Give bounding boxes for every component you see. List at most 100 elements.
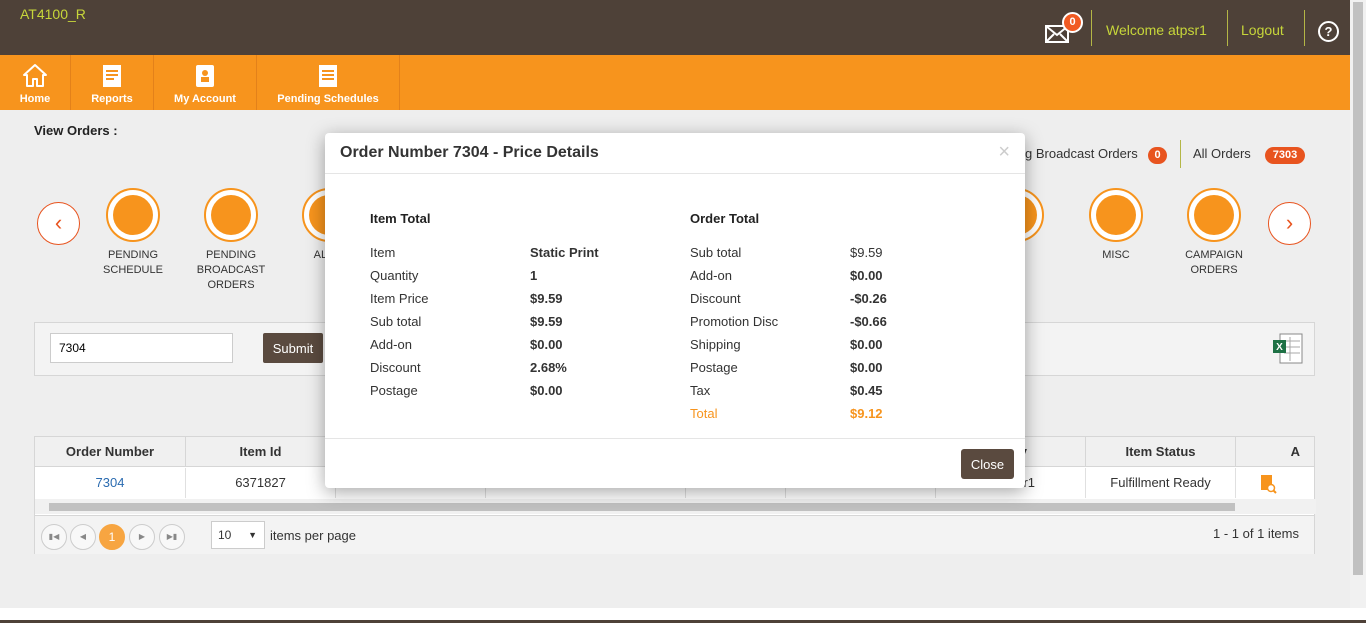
order-number-link[interactable]: 7304 <box>35 468 186 498</box>
modal-title: Order Number 7304 - Price Details <box>340 144 599 161</box>
more-dots-icon <box>1089 188 1143 242</box>
total-value: $9.12 <box>850 406 883 421</box>
column-header-actions[interactable]: A <box>1236 437 1316 467</box>
category-label: CAMPAIGN <box>1185 249 1243 261</box>
items-per-page-label: items per page <box>270 528 356 543</box>
nav-label: Home <box>19 93 51 105</box>
total-label: Total <box>690 406 718 421</box>
category-label: BROADCAST <box>196 264 266 276</box>
reports-icon <box>103 65 121 87</box>
pending-broadcast-orders-link[interactable]: g Broadcast Orders <box>1025 146 1138 161</box>
shipping-value: $0.00 <box>850 337 883 352</box>
category-campaign-orders[interactable]: CAMPAIGN ORDERS <box>1159 188 1269 278</box>
item-price-value: $9.59 <box>530 291 563 306</box>
divider <box>1227 10 1228 46</box>
main-nav: Home Reports My Account Pending Schedule… <box>0 55 1366 110</box>
item-addon-value: $0.00 <box>530 337 563 352</box>
order-addon-label: Add-on <box>690 268 732 283</box>
category-label: SCHEDULE <box>103 264 163 276</box>
column-header-item-id[interactable]: Item Id <box>186 437 336 467</box>
category-label: ORDERS <box>1190 264 1238 276</box>
home-icon <box>23 64 47 87</box>
pending-broadcast-count-badge: 0 <box>1148 147 1167 164</box>
footer-strip <box>0 608 1366 623</box>
item-total-heading: Item Total <box>370 211 431 226</box>
item-subtotal-value: $9.59 <box>530 314 563 329</box>
category-label: PENDING <box>205 249 257 261</box>
item-id-cell: 6371827 <box>186 468 336 498</box>
item-subtotal-label: Sub total <box>370 314 422 329</box>
order-discount-value: -$0.26 <box>850 291 887 306</box>
item-discount-label: Discount <box>370 360 421 375</box>
order-search-input[interactable] <box>50 333 233 363</box>
close-button[interactable]: Close <box>961 449 1014 479</box>
first-page-button[interactable]: ▮◀ <box>41 524 67 550</box>
promotion-discount-label: Promotion Disc <box>690 314 779 329</box>
last-page-button[interactable]: ▶▮ <box>159 524 185 550</box>
quantity-label: Quantity <box>370 268 419 283</box>
all-orders-link[interactable]: All Orders <box>1193 146 1251 161</box>
nav-item-home[interactable]: Home <box>0 55 71 110</box>
divider <box>325 438 1025 439</box>
page-size-value: 10 <box>218 528 232 542</box>
order-subtotal-value: $9.59 <box>850 245 883 260</box>
order-total-heading: Order Total <box>690 211 760 226</box>
item-value: Static Print <box>530 245 599 260</box>
nav-label: Reports <box>91 93 133 105</box>
chevron-down-icon: ▼ <box>248 530 257 540</box>
app-name: AT4100_R <box>20 6 86 22</box>
shipping-label: Shipping <box>690 337 741 352</box>
order-postage-value: $0.00 <box>850 360 883 375</box>
category-pending-schedule[interactable]: PENDING SCHEDULE <box>78 188 188 278</box>
column-header-order-number[interactable]: Order Number <box>35 437 186 467</box>
category-pending-broadcast-orders[interactable]: PENDING BROADCAST ORDERS <box>176 188 286 293</box>
category-label: MISC <box>1102 249 1130 261</box>
quantity-value: 1 <box>530 268 538 283</box>
carousel-prev-button[interactable]: ‹ <box>37 202 80 245</box>
item-postage-label: Postage <box>370 383 418 398</box>
calendar-icon <box>106 188 160 242</box>
close-icon[interactable]: × <box>998 141 1010 164</box>
all-orders-count-badge: 7303 <box>1265 147 1305 164</box>
category-label: ORDERS <box>207 279 255 291</box>
page-scrollbar[interactable] <box>1350 0 1366 608</box>
view-details-icon[interactable] <box>1236 468 1300 498</box>
divider <box>325 173 1025 174</box>
nav-item-my-account[interactable]: My Account <box>154 55 257 110</box>
column-header-item-status[interactable]: Item Status <box>1086 437 1236 467</box>
pager-info: 1 - 1 of 1 items <box>1213 526 1299 541</box>
divider <box>1180 140 1181 168</box>
item-price-label: Item Price <box>370 291 429 306</box>
order-addon-value: $0.00 <box>850 268 883 283</box>
page-size-select[interactable]: 10 ▼ <box>211 521 265 549</box>
next-page-button[interactable]: ▶ <box>129 524 155 550</box>
tax-label: Tax <box>690 383 711 398</box>
order-postage-label: Postage <box>690 360 738 375</box>
nav-item-reports[interactable]: Reports <box>71 55 154 110</box>
order-discount-label: Discount <box>690 291 741 306</box>
account-icon <box>196 65 214 87</box>
campaign-icon <box>1187 188 1241 242</box>
item-status-cell: Fulfillment Ready <box>1086 468 1236 498</box>
carousel-next-button[interactable]: › <box>1268 202 1311 245</box>
horizontal-scrollbar[interactable] <box>35 499 1316 514</box>
mail-count-badge: 0 <box>1062 12 1083 33</box>
item-postage-value: $0.00 <box>530 383 563 398</box>
welcome-text: Welcome atpsr1 <box>1106 22 1207 38</box>
nav-item-pending-schedules[interactable]: Pending Schedules <box>257 55 400 110</box>
page-number-button[interactable]: 1 <box>99 524 125 550</box>
logout-link[interactable]: Logout <box>1241 22 1284 38</box>
submit-button[interactable]: Submit <box>263 333 323 363</box>
item-discount-value: 2.68% <box>530 360 567 375</box>
category-misc[interactable]: MISC <box>1061 188 1171 263</box>
promotion-discount-value: -$0.66 <box>850 314 887 329</box>
broadcast-icon <box>204 188 258 242</box>
nav-label: My Account <box>174 93 236 105</box>
nav-label: Pending Schedules <box>277 93 379 105</box>
schedule-icon <box>319 65 337 87</box>
prev-page-button[interactable]: ◀ <box>70 524 96 550</box>
help-icon[interactable]: ? <box>1318 21 1339 42</box>
page-title: View Orders : <box>34 123 118 138</box>
item-label: Item <box>370 245 396 260</box>
excel-export-icon[interactable]: X <box>1272 332 1304 365</box>
